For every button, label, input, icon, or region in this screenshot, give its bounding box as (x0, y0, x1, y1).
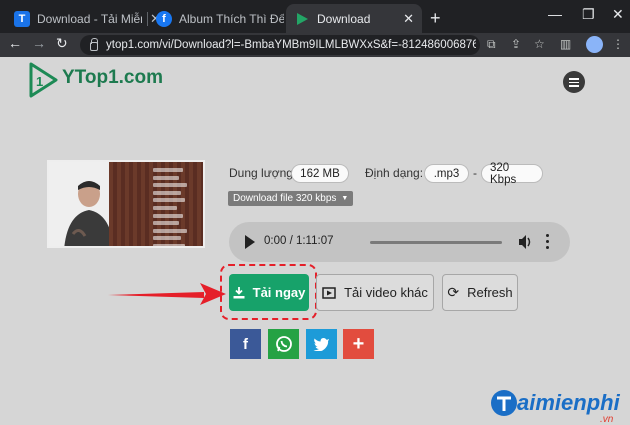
twitter-icon (313, 338, 329, 351)
video-thumbnail (47, 160, 205, 248)
download-now-label: Tải ngay (252, 285, 306, 300)
watermark-suffix: .vn (600, 414, 614, 425)
page-content: 1 YTop1.com Dung lượng: 162 MB Định dạng… (0, 57, 630, 425)
player-more-icon[interactable] (546, 234, 550, 250)
address-bar[interactable]: ytop1.com/vi/Download?l=-BmbaYMBm9ILMLBW… (80, 35, 480, 55)
tracklist-graphic (153, 168, 203, 246)
site-header: 1 YTop1.com (0, 57, 630, 105)
refresh-button[interactable]: ⟳ Refresh (442, 274, 518, 311)
other-video-label: Tải video khác (344, 285, 428, 300)
play-icon[interactable] (245, 235, 255, 249)
minimize-icon[interactable]: — (548, 6, 562, 22)
close-tab-icon[interactable]: ✕ (403, 11, 414, 27)
share-facebook-button[interactable]: f (230, 329, 261, 359)
caret-down-icon: ▼ (341, 195, 349, 202)
close-window-icon[interactable]: ✕ (612, 6, 624, 23)
playback-time: 0:00 / 1:11:07 (264, 235, 334, 247)
lock-icon (90, 37, 98, 51)
plus-icon: + (352, 332, 365, 355)
menu-line-icon (569, 78, 579, 80)
taimienphi-favicon-icon: T (14, 10, 30, 27)
browser-toolbar: ← → ↻ ytop1.com/vi/Download?l=-BmbaYMBm9… (0, 33, 630, 57)
url-text: ytop1.com/vi/Download?l=-BmbaYMBm9ILMLBW… (106, 39, 476, 51)
menu-line-icon (569, 85, 579, 87)
new-tab-icon[interactable]: + (430, 8, 441, 29)
download-icon (233, 286, 245, 298)
share-page-icon[interactable]: ⇪ (511, 37, 521, 51)
refresh-icon: ⟳ (447, 284, 460, 300)
video-icon (322, 286, 336, 299)
reload-icon[interactable]: ↻ (56, 35, 68, 52)
tab-title: Album Thích Thì Đến (179, 11, 284, 26)
watermark-text: aimienphi (517, 390, 620, 415)
share-whatsapp-button[interactable] (268, 329, 299, 359)
format-label: Định dạng: (365, 166, 424, 180)
download-now-button[interactable]: Tải ngay (229, 274, 309, 311)
back-arrow-icon[interactable]: ← (8, 35, 22, 51)
refresh-label: Refresh (467, 285, 513, 300)
tab-download-taimienphi[interactable]: T Download - Tải Miễn Phí ✕ (6, 4, 169, 33)
tab-title: Download - Tải Miễn Phí (37, 11, 142, 26)
artist-photo (64, 181, 114, 246)
size-value-badge: 162 MB (291, 164, 349, 183)
ytop1-logo-icon[interactable]: 1 (28, 61, 58, 99)
dropdown-label: Download file 320 kbps (233, 193, 337, 204)
separator-dash: - (473, 166, 477, 180)
site-logo-text[interactable]: YTop1.com (62, 67, 163, 89)
tab-title: Download (317, 11, 371, 26)
format-value-badge: .mp3 (424, 164, 469, 183)
translate-icon[interactable]: ⧉ (487, 37, 496, 52)
red-pointer-arrow (108, 283, 226, 305)
facebook-favicon-icon: f (156, 10, 172, 27)
play-favicon-icon (294, 11, 310, 27)
download-other-video-button[interactable]: Tải video khác (316, 274, 434, 311)
browser-tab-strip: T Download - Tải Miễn Phí ✕ f Album Thíc… (0, 0, 630, 33)
seek-bar[interactable] (370, 241, 502, 244)
size-label: Dung lượng: (229, 166, 297, 180)
tab-download-active[interactable]: Download ✕ (286, 4, 422, 33)
forward-arrow-icon[interactable]: → (32, 35, 46, 51)
facebook-icon: f (243, 335, 248, 353)
audio-player: 0:00 / 1:11:07 (229, 222, 570, 262)
whatsapp-icon (275, 336, 292, 352)
browser-menu-icon[interactable]: ⋮ (612, 37, 624, 51)
maximize-icon[interactable]: ❐ (582, 6, 595, 23)
profile-avatar[interactable] (586, 36, 603, 53)
share-twitter-button[interactable] (306, 329, 337, 359)
bitrate-value-badge: 320 Kbps (481, 162, 543, 186)
side-panel-icon[interactable]: ▥ (560, 37, 571, 51)
svg-text:1: 1 (36, 74, 43, 89)
menu-line-icon (569, 81, 579, 83)
volume-icon[interactable] (518, 234, 532, 250)
hamburger-menu-button[interactable] (563, 71, 585, 93)
bookmark-star-icon[interactable]: ☆ (534, 37, 545, 51)
share-more-button[interactable]: + (343, 329, 374, 359)
download-quality-dropdown[interactable]: Download file 320 kbps ▼ (228, 191, 354, 206)
